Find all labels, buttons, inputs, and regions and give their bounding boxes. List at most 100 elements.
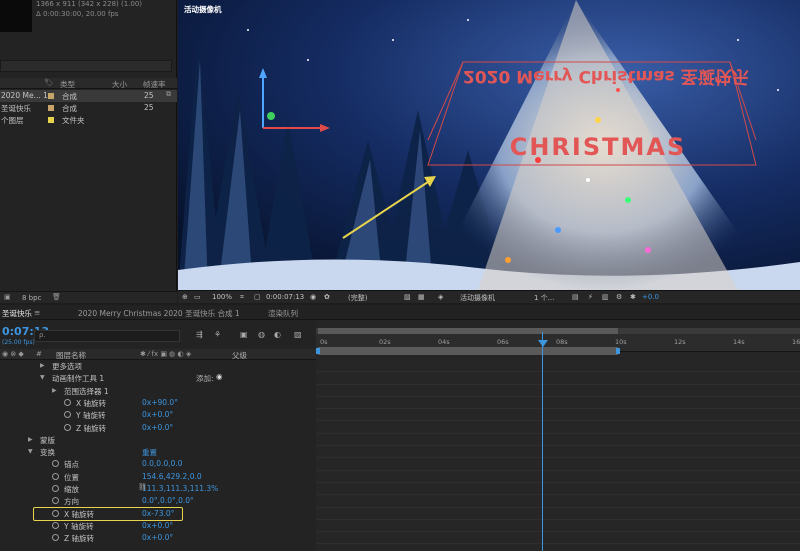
col-size[interactable]: 大小 xyxy=(112,79,127,90)
bpc-label[interactable]: 8 bpc xyxy=(22,294,41,302)
property-row[interactable]: ▶ 范围选择器 1 xyxy=(0,385,316,397)
link-icon[interactable]: ⛓ xyxy=(138,483,147,491)
tab-other-comp[interactable]: 2020 Merry Christmas 2020 圣诞快乐 合成 1 xyxy=(78,308,240,319)
monitor-icon[interactable]: ▭ xyxy=(194,293,201,301)
property-row[interactable]: ▼ 动画制作工具 1 添加: ◉ xyxy=(0,372,316,384)
switch-icons[interactable]: ✱ ⁄ fx ▣ ◍ ◐ ◈ xyxy=(140,350,191,358)
tab-render-queue[interactable]: 渲染队列 xyxy=(268,308,298,319)
property-value[interactable]: 0x+0.0° xyxy=(142,423,173,432)
frame-blend-icon[interactable]: ◍ xyxy=(258,330,265,339)
graph-editor-icon[interactable]: ▨ xyxy=(294,330,302,339)
track-row[interactable] xyxy=(316,520,800,533)
reset-exposure-icon[interactable]: ⚙ xyxy=(616,293,622,301)
collapse-arrow-icon[interactable]: ▼ xyxy=(28,448,33,455)
motion-blur-icon[interactable]: ◐ xyxy=(274,330,281,339)
track-row[interactable] xyxy=(316,471,800,483)
timeline-icon[interactable]: ▥ xyxy=(602,293,609,301)
project-item[interactable]: 个图层 文件夹 xyxy=(0,114,177,126)
stopwatch-icon[interactable] xyxy=(52,534,59,542)
grid-icon[interactable]: ⌗ xyxy=(240,293,244,302)
color-icon[interactable]: ✿ xyxy=(324,293,330,301)
label-col-icon[interactable]: # xyxy=(36,350,42,358)
tab-menu-icon[interactable]: ≡ xyxy=(34,308,40,317)
property-row[interactable]: X 轴旋转 0x-73.0° xyxy=(0,508,316,520)
property-row[interactable]: 缩放 111.3,111.3,111.3% ⛓ xyxy=(0,483,316,495)
track-row[interactable] xyxy=(316,385,800,397)
property-value[interactable]: 111.3,111.3,111.3% xyxy=(142,484,218,493)
zoom-dropdown[interactable]: 100% xyxy=(212,293,232,301)
property-row[interactable]: 方向 0.0°,0.0°,0.0° xyxy=(0,495,316,507)
magnify-icon[interactable]: ⊕ xyxy=(182,293,188,301)
transparency-icon[interactable]: ▦ xyxy=(418,293,425,301)
property-row[interactable]: Z 轴旋转 0x+0.0° xyxy=(0,422,316,434)
track-row[interactable] xyxy=(316,458,800,471)
property-row[interactable]: 位置 154.6,429.2,0.0 xyxy=(0,471,316,483)
camera-dropdown[interactable]: 活动摄像机 xyxy=(460,293,495,303)
frame-icon[interactable]: ▢ xyxy=(254,293,261,301)
viewer-timecode[interactable]: 0:00:07:13 xyxy=(266,293,304,301)
track-row[interactable] xyxy=(316,409,800,422)
project-search-input[interactable] xyxy=(0,60,172,72)
playhead-line[interactable] xyxy=(542,332,543,551)
resolution-dropdown[interactable]: (完整) xyxy=(348,293,367,303)
out-point-marker[interactable] xyxy=(616,348,620,354)
property-row[interactable]: ▶ 蒙版 xyxy=(0,434,316,446)
col-fps[interactable]: 帧速率 xyxy=(143,79,166,90)
exposure-value[interactable]: +0.0 xyxy=(642,293,659,301)
track-row[interactable] xyxy=(316,508,800,520)
label-swatch[interactable] xyxy=(48,117,54,123)
flowchart-icon[interactable]: ⧉ xyxy=(166,90,171,99)
stopwatch-icon[interactable] xyxy=(64,411,71,419)
add-menu-icon[interactable]: ◉ xyxy=(216,372,223,381)
footer-icon[interactable]: ▣ xyxy=(4,293,11,301)
property-row[interactable]: X 轴旋转 0x+90.0° xyxy=(0,397,316,409)
expand-arrow-icon[interactable]: ▶ xyxy=(52,387,57,394)
track-row[interactable] xyxy=(316,397,800,410)
views-dropdown[interactable]: 1 个... xyxy=(534,293,554,303)
stopwatch-icon[interactable] xyxy=(52,497,59,505)
property-row[interactable]: Y 轴旋转 0x+0.0° xyxy=(0,520,316,532)
comp-flow-icon[interactable]: ⇶ xyxy=(196,330,203,339)
property-value[interactable]: 154.6,429.2,0.0 xyxy=(142,472,202,481)
property-value[interactable]: 0.0,0.0,0.0 xyxy=(142,459,183,468)
label-swatch[interactable] xyxy=(48,105,54,111)
track-row[interactable] xyxy=(316,483,800,496)
composition-viewer[interactable]: 活动摄像机 2020 Merry Christmas 圣诞快乐 CHRISTMA… xyxy=(178,0,800,290)
trash-icon[interactable]: 🗑 xyxy=(52,293,61,301)
project-item[interactable]: 2020 Me... 1 合成 25 ⧉ xyxy=(0,90,177,102)
stopwatch-icon[interactable] xyxy=(64,398,71,406)
stopwatch-icon[interactable] xyxy=(52,509,59,517)
property-row[interactable]: 锚点 0.0,0.0,0.0 xyxy=(0,458,316,470)
expand-arrow-icon[interactable]: ▶ xyxy=(28,436,33,443)
stopwatch-icon[interactable] xyxy=(52,472,59,480)
3d-icon[interactable]: ◈ xyxy=(438,293,443,301)
expand-arrow-icon[interactable]: ▶ xyxy=(40,362,45,369)
property-value[interactable]: 0.0°,0.0°,0.0° xyxy=(142,496,194,505)
track-row[interactable] xyxy=(316,422,800,434)
fast-preview-icon[interactable]: ⚡ xyxy=(588,293,593,301)
layout-icon[interactable]: ▤ xyxy=(572,293,579,301)
label-swatch[interactable] xyxy=(48,93,54,99)
property-row[interactable]: ▼ 变换 重置 xyxy=(0,446,316,458)
track-row[interactable] xyxy=(316,372,800,385)
collapse-arrow-icon[interactable]: ▼ xyxy=(40,374,45,381)
property-value[interactable]: 0x+90.0° xyxy=(142,398,178,407)
draft3d-icon[interactable]: ⚘ xyxy=(214,330,221,339)
track-row[interactable] xyxy=(316,532,800,545)
tab-comp[interactable]: 圣诞快乐 xyxy=(2,308,32,319)
track-row[interactable] xyxy=(316,446,800,459)
av-icons[interactable]: ◉ ⊗ ◆ xyxy=(2,350,24,358)
property-value[interactable]: 0x+0.0° xyxy=(142,521,173,530)
shy-icon[interactable]: ▣ xyxy=(240,330,248,339)
stopwatch-icon[interactable] xyxy=(52,485,59,492)
exposure-icon[interactable]: ✱ xyxy=(630,293,636,301)
track-row[interactable] xyxy=(316,434,800,447)
region-icon[interactable]: ▨ xyxy=(404,293,411,301)
label-icon[interactable]: 🏷 xyxy=(44,78,54,87)
layer-search-input[interactable]: ρ. xyxy=(34,330,180,342)
property-value[interactable]: 0x+0.0° xyxy=(142,533,173,542)
property-row[interactable]: Z 轴旋转 0x+0.0° xyxy=(0,532,316,544)
property-row[interactable]: ▶ 更多选项 xyxy=(0,360,316,372)
stopwatch-icon[interactable] xyxy=(64,423,71,431)
property-value[interactable]: 重置 xyxy=(142,447,157,458)
